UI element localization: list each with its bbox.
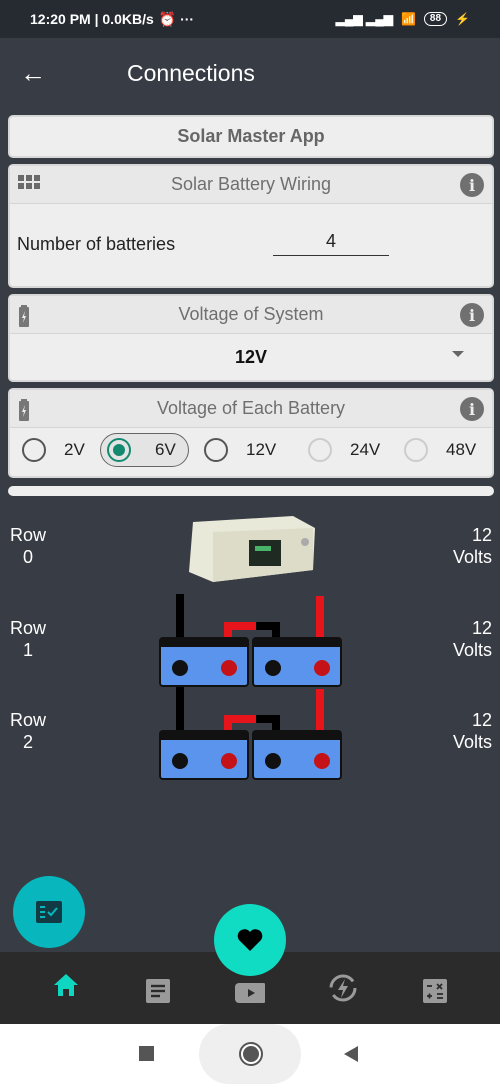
signal-icon: ▂▄▆ ▂▄▆ — [335, 12, 393, 26]
dropdown-arrow-icon — [452, 351, 464, 357]
checklist-icon — [36, 901, 62, 923]
radio-label: 2V — [64, 440, 85, 459]
radio-circle[interactable] — [22, 438, 46, 462]
system-navigation-bar — [0, 1024, 500, 1084]
nav-articles[interactable] — [143, 976, 173, 1006]
status-time: 12:20 PM | 0.0KB/s — [30, 11, 154, 27]
system-voltage-dropdown[interactable]: 12V — [10, 334, 492, 380]
radio-circle[interactable] — [404, 438, 428, 462]
battery-top — [160, 638, 248, 647]
positive-cable — [316, 689, 324, 731]
wiring-card: Solar Battery Wiring i Number of batteri… — [8, 164, 494, 288]
negative-terminal — [172, 753, 188, 769]
system-voltage-card: Voltage of System i 12V — [8, 294, 494, 382]
calculator-icon — [423, 979, 447, 1003]
row-word: Row — [10, 618, 47, 638]
battery-top — [253, 731, 341, 740]
voltage-unit: Volts — [452, 732, 492, 752]
divider-bar — [8, 486, 494, 496]
inverter-image — [189, 516, 315, 582]
radio-option-48V: 48V — [404, 433, 476, 467]
negative-terminal — [265, 753, 281, 769]
nav-videos[interactable] — [235, 978, 265, 1008]
card-title: Solar Battery Wiring — [170, 174, 332, 194]
card-title: Voltage of System — [178, 304, 324, 324]
charging-icon: ⚡ — [455, 12, 470, 26]
voltage-unit: Volts — [452, 640, 492, 660]
recents-button[interactable] — [139, 1046, 154, 1061]
grid-icon — [18, 175, 40, 189]
alarm-icon: ⏰ ··· — [158, 10, 195, 27]
row-index: 2 — [23, 732, 34, 752]
row-voltage: 12 Volts — [453, 617, 492, 661]
dropdown-value: 12V — [234, 346, 268, 367]
radio-label: 24V — [350, 440, 381, 459]
nav-home[interactable] — [51, 970, 81, 1000]
row-label: Row 1 — [10, 617, 46, 661]
energy-cycle-icon — [329, 974, 357, 1002]
heart-icon — [237, 929, 263, 951]
app-bar: ← Connections — [0, 38, 500, 108]
radio-circle[interactable] — [204, 438, 228, 462]
home-icon — [54, 974, 78, 996]
info-icon[interactable]: i — [460, 303, 484, 327]
negative-cable — [176, 594, 184, 638]
nav-energy[interactable] — [327, 973, 357, 1003]
batteries-input[interactable]: 4 — [273, 231, 389, 256]
home-button[interactable] — [239, 1042, 263, 1066]
positive-terminal — [314, 660, 330, 676]
negative-terminal — [172, 660, 188, 676]
positive-terminal — [221, 753, 237, 769]
positive-terminal — [314, 753, 330, 769]
battery-top — [253, 638, 341, 647]
battery-bank-diagram — [159, 594, 342, 780]
battery-top — [160, 731, 248, 740]
checklist-fab[interactable] — [13, 876, 85, 948]
row-voltage: 12 Volts — [453, 709, 492, 753]
solar-master-app-button[interactable]: Solar Master App — [8, 115, 494, 158]
positive-terminal — [221, 660, 237, 676]
back-arrow-icon[interactable]: ← — [20, 58, 60, 89]
voltage-value: 12 — [471, 525, 492, 545]
voltage-value: 12 — [471, 710, 492, 730]
row-word: Row — [10, 525, 47, 545]
negative-cable — [176, 687, 184, 731]
positive-cable — [316, 596, 324, 638]
radio-option-2V[interactable]: 2V — [22, 433, 85, 467]
radio-label: 6V — [155, 440, 176, 459]
article-icon — [146, 979, 170, 1003]
radio-circle[interactable] — [107, 438, 131, 462]
row-index: 0 — [23, 547, 34, 567]
radio-label: 48V — [446, 440, 477, 459]
info-icon[interactable]: i — [460, 173, 484, 197]
info-icon[interactable]: i — [460, 397, 484, 421]
battery-voltage-card: Voltage of Each Battery i 2V 6V 12V 24V 48V — [8, 388, 494, 478]
radio-option-6V[interactable]: 6V — [100, 433, 189, 467]
battery-charging-icon — [19, 399, 29, 421]
radio-circle[interactable] — [308, 438, 332, 462]
negative-terminal — [265, 660, 281, 676]
row-label: Row 0 — [10, 524, 46, 568]
row-index: 1 — [23, 640, 34, 660]
video-icon — [235, 983, 265, 1003]
status-bar: 12:20 PM | 0.0KB/s ⏰ ··· ▂▄▆ ▂▄▆ 📶 88 ⚡ — [0, 0, 500, 38]
voltage-radio-group: 2V 6V 12V 24V 48V — [10, 428, 492, 476]
card-title: Voltage of Each Battery — [156, 398, 346, 418]
voltage-unit: Volts — [452, 547, 492, 567]
radio-label: 12V — [246, 440, 277, 459]
nav-calculator[interactable] — [420, 976, 450, 1006]
favorite-fab[interactable] — [214, 904, 286, 976]
wifi-icon: 📶 — [400, 12, 416, 26]
radio-option-12V[interactable]: 12V — [204, 433, 276, 467]
radio-option-24V: 24V — [308, 433, 380, 467]
voltage-value: 12 — [471, 618, 492, 638]
back-button[interactable] — [344, 1046, 358, 1062]
battery-charging-icon — [19, 305, 29, 327]
row-label: Row 2 — [10, 709, 46, 753]
batteries-label: Number of batteries — [17, 234, 176, 254]
page-title: Connections — [127, 59, 255, 86]
row-word: Row — [10, 710, 47, 730]
battery-indicator: 88 — [423, 12, 448, 26]
row-voltage: 12 Volts — [453, 524, 492, 568]
